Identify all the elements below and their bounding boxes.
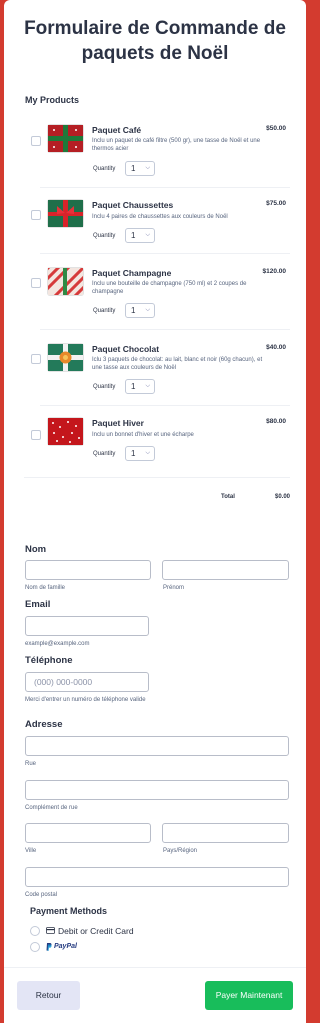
product-description: Inclu un bonnet d'hiver et une écharpe xyxy=(92,432,194,438)
product-checkbox[interactable] xyxy=(31,210,41,220)
total-row: Total $0.00 xyxy=(24,477,290,517)
product-description: Inclu une bouteille de champagne (750 ml… xyxy=(92,281,247,295)
quantity-select[interactable]: 1 ⌵ xyxy=(125,303,155,318)
country-sublabel: Pays/Région xyxy=(163,848,198,854)
quantity-select[interactable]: 1 ⌵ xyxy=(125,446,155,461)
last-name-input[interactable] xyxy=(25,560,151,580)
phone-sublabel: Merci d'entrer un numéro de téléphone va… xyxy=(25,697,146,703)
pay-now-button[interactable]: Payer Maintenant xyxy=(205,981,293,1010)
gift-image xyxy=(48,125,83,152)
paypal-radio[interactable] xyxy=(30,942,40,952)
product-item-chaussettes: Paquet Chaussettes $75.00 Inclu 4 paires… xyxy=(31,188,290,254)
street-input[interactable] xyxy=(25,736,289,756)
product-item-hiver: Paquet Hiver $80.00 Inclu un bonnet d'hi… xyxy=(31,406,290,476)
street2-sublabel: Complément de rue xyxy=(25,805,78,811)
quantity-value: 1 xyxy=(131,164,136,173)
email-sublabel: example@example.com xyxy=(25,641,90,647)
email-title: Email xyxy=(25,599,51,610)
product-name: Paquet Chocolat xyxy=(92,344,160,354)
street-sublabel: Rue xyxy=(25,761,37,767)
chevron-down-icon: ⌵ xyxy=(145,232,150,238)
product-name: Paquet Hiver xyxy=(92,418,144,428)
first-name-sublabel: Prénom xyxy=(163,585,185,591)
paypal-label: PayPal xyxy=(54,943,77,950)
product-name: Paquet Chaussettes xyxy=(92,200,174,210)
chevron-down-icon: ⌵ xyxy=(145,383,150,389)
product-item-chocolat: Paquet Chocolat $40.00 Iclu 3 paquets de… xyxy=(31,330,290,406)
card-radio[interactable] xyxy=(30,926,40,936)
product-item-champagne: Paquet Champagne $120.00 Inclu une boute… xyxy=(31,254,290,330)
paypal-icon xyxy=(46,943,52,951)
chevron-down-icon: ⌵ xyxy=(145,307,150,313)
product-price: $40.00 xyxy=(266,344,286,351)
phone-input[interactable]: (000) 000-0000 xyxy=(25,672,149,692)
form-title: Formulaire de Commande de paquets de Noë… xyxy=(24,18,286,64)
city-input[interactable] xyxy=(25,823,151,843)
quantity-label: Quantity xyxy=(93,233,116,239)
city-sublabel: Ville xyxy=(25,848,37,854)
last-name-sublabel: Nom de famille xyxy=(25,585,66,591)
product-checkbox[interactable] xyxy=(31,136,41,146)
total-label: Total xyxy=(221,494,235,500)
gift-image xyxy=(41,256,90,300)
product-price: $75.00 xyxy=(266,200,286,207)
product-item-cafe: Paquet Café $50.00 Inclu un paquet de ca… xyxy=(31,114,290,188)
quantity-label: Quantity xyxy=(93,451,116,457)
product-description: Inclu 4 paires de chaussettes aux couleu… xyxy=(92,214,228,220)
back-button[interactable]: Retour xyxy=(17,981,80,1010)
gift-image xyxy=(48,344,83,371)
product-name: Paquet Champagne xyxy=(92,268,172,278)
quantity-value: 1 xyxy=(131,382,136,391)
quantity-value: 1 xyxy=(131,449,136,458)
address-title: Adresse xyxy=(25,719,63,730)
first-name-input[interactable] xyxy=(162,560,289,580)
product-checkbox[interactable] xyxy=(31,278,41,288)
form-card: Formulaire de Commande de paquets de Noë… xyxy=(4,0,306,1023)
gift-image xyxy=(48,418,83,445)
card-label: Debit or Credit Card xyxy=(58,926,134,936)
form-footer: Retour Payer Maintenant xyxy=(4,967,306,1023)
product-name: Paquet Café xyxy=(92,125,142,135)
products-label: My Products xyxy=(25,95,80,105)
credit-card-icon xyxy=(46,927,55,934)
payment-methods-title: Payment Methods xyxy=(30,906,108,916)
quantity-label: Quantity xyxy=(93,166,116,172)
product-checkbox[interactable] xyxy=(31,354,41,364)
chevron-down-icon: ⌵ xyxy=(145,450,150,456)
quantity-label: Quantity xyxy=(93,384,116,390)
phone-title: Téléphone xyxy=(25,655,73,666)
country-input[interactable] xyxy=(162,823,289,843)
email-input[interactable] xyxy=(25,616,149,636)
quantity-select[interactable]: 1 ⌵ xyxy=(125,228,155,243)
product-checkbox[interactable] xyxy=(31,430,41,440)
quantity-value: 1 xyxy=(131,306,136,315)
zip-sublabel: Code postal xyxy=(25,892,58,898)
product-description: Inclu un paquet de café filtre (500 gr),… xyxy=(92,138,261,152)
product-price: $50.00 xyxy=(266,125,286,132)
name-title: Nom xyxy=(25,544,47,555)
total-value: $0.00 xyxy=(274,494,290,500)
quantity-select[interactable]: 1 ⌵ xyxy=(125,161,155,176)
gift-image xyxy=(48,200,83,227)
quantity-select[interactable]: 1 ⌵ xyxy=(125,379,155,394)
quantity-value: 1 xyxy=(131,231,136,240)
chevron-down-icon: ⌵ xyxy=(145,165,150,171)
product-price: $120.00 xyxy=(262,268,287,275)
quantity-label: Quantity xyxy=(93,308,116,314)
product-description: Iclu 3 paquets de chocolat: au lait, bla… xyxy=(92,357,263,371)
zip-input[interactable] xyxy=(25,867,289,887)
street2-input[interactable] xyxy=(25,780,289,800)
product-price: $80.00 xyxy=(266,418,286,425)
